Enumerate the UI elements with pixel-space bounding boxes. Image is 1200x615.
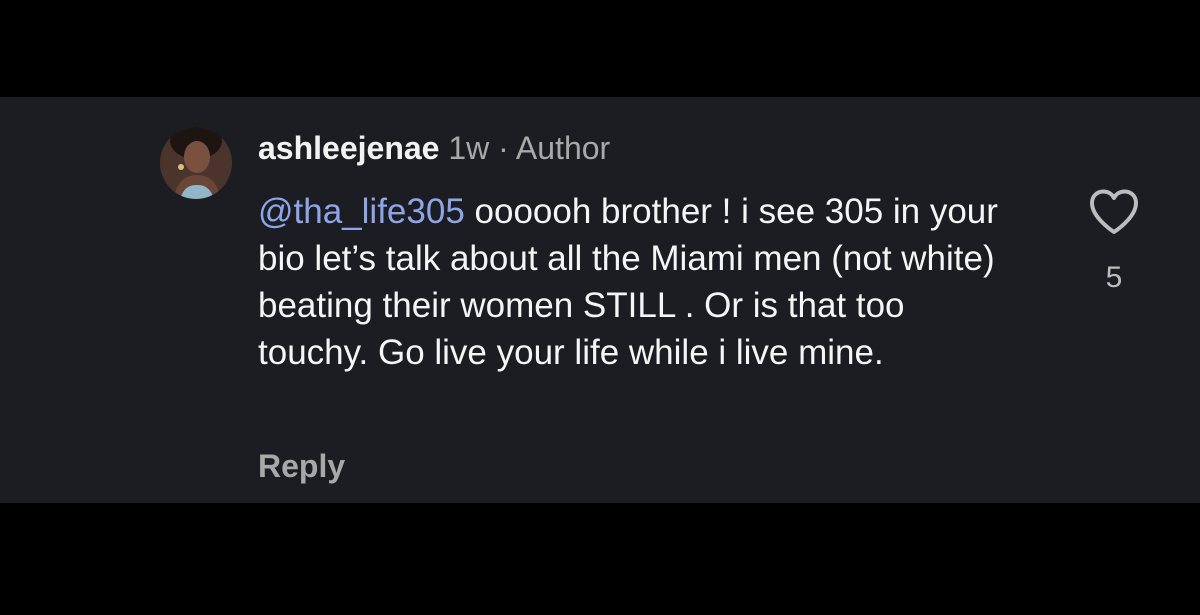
like-count: 5: [1105, 261, 1123, 294]
reply-button[interactable]: Reply: [258, 446, 345, 486]
avatar[interactable]: [160, 127, 232, 199]
mention-link[interactable]: @tha_life305: [258, 192, 465, 231]
like-button[interactable]: [1088, 188, 1140, 236]
username-link[interactable]: ashleejenae: [258, 130, 439, 166]
author-badge: Author: [515, 130, 611, 166]
avatar-photo: [160, 127, 232, 199]
comment-text: @tha_life305 oooooh brother ! i see 305 …: [258, 188, 1018, 376]
separator-dot: ·: [498, 130, 509, 166]
comment-header: ashleejenae 1w · Author: [258, 128, 610, 168]
timestamp: 1w: [448, 130, 490, 166]
heart-outline-icon: [1090, 189, 1138, 234]
